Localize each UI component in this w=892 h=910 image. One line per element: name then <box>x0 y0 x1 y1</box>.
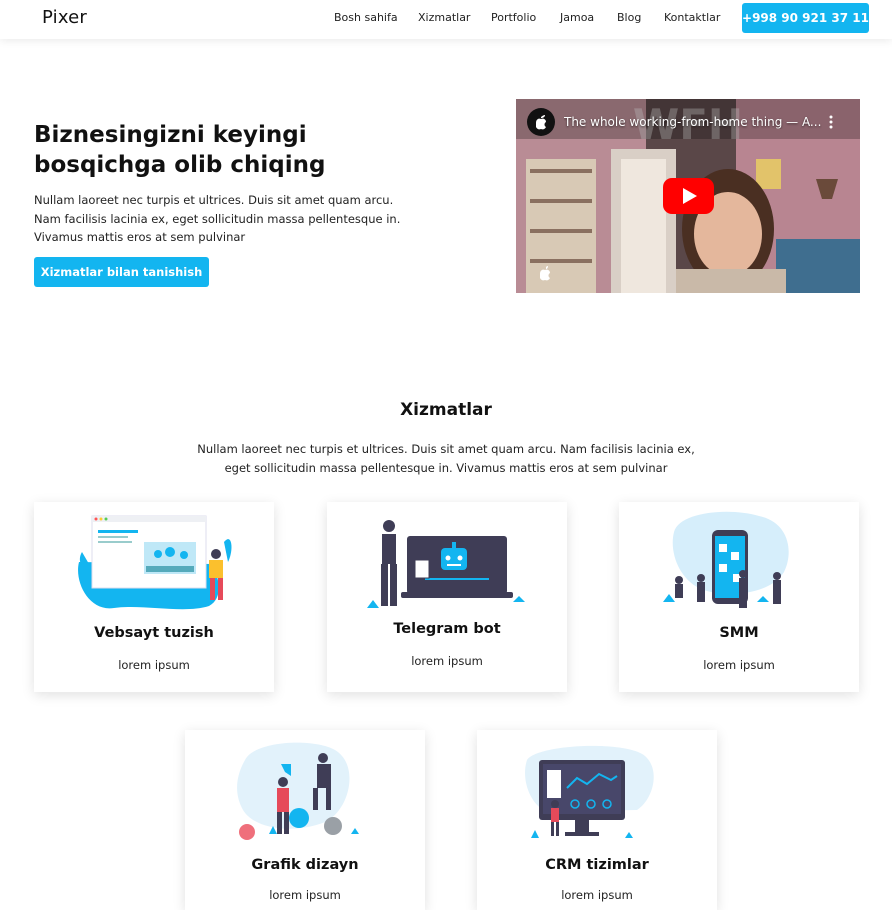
nav-item-services[interactable]: Xizmatlar <box>418 11 470 24</box>
service-card-crm[interactable]: CRM tizimlar lorem ipsum <box>477 730 717 910</box>
service-card-subtitle: lorem ipsum <box>411 654 483 668</box>
website-illustration-icon <box>78 515 232 610</box>
smm-illustration-icon <box>663 511 789 608</box>
more-options-icon[interactable] <box>829 114 833 130</box>
video-title[interactable]: The whole working-from-home thing — A... <box>564 115 822 129</box>
apple-watermark-icon <box>540 266 550 281</box>
service-card-subtitle: lorem ipsum <box>703 658 775 672</box>
service-card-title: CRM tizimlar <box>545 857 649 873</box>
service-card-graphic-design[interactable]: Grafik dizayn lorem ipsum <box>185 730 425 910</box>
apple-icon <box>536 115 546 130</box>
telegram-bot-illustration-icon <box>367 520 525 608</box>
nav-item-blog[interactable]: Blog <box>617 11 641 24</box>
service-card-title: Grafik dizayn <box>251 857 359 873</box>
nav-item-team[interactable]: Jamoa <box>560 11 594 24</box>
services-cta-button[interactable]: Xizmatlar bilan tanishish <box>34 257 209 287</box>
video-embed[interactable]: WFH The whole working-from-home thing — … <box>516 99 860 293</box>
crm-illustration-icon <box>525 745 654 838</box>
site-header: Pixer Bosh sahifa Xizmatlar Portfolio Ja… <box>0 0 892 39</box>
nav-item-portfolio[interactable]: Portfolio <box>491 11 536 24</box>
service-card-telegram-bot[interactable]: Telegram bot lorem ipsum <box>327 502 567 692</box>
service-card-title: SMM <box>719 625 759 641</box>
service-card-website[interactable]: Vebsayt tuzish lorem ipsum <box>34 502 274 692</box>
youtube-play-icon[interactable] <box>663 178 714 214</box>
service-card-title: Vebsayt tuzish <box>94 625 214 641</box>
services-title: Xizmatlar <box>400 400 492 420</box>
service-card-subtitle: lorem ipsum <box>269 888 341 902</box>
nav-item-home[interactable]: Bosh sahifa <box>334 11 398 24</box>
service-card-subtitle: lorem ipsum <box>561 888 633 902</box>
service-card-smm[interactable]: SMM lorem ipsum <box>619 502 859 692</box>
graphic-design-illustration-icon <box>237 742 359 840</box>
channel-avatar[interactable] <box>527 108 555 136</box>
service-card-title: Telegram bot <box>393 621 501 637</box>
service-card-subtitle: lorem ipsum <box>118 658 190 672</box>
nav-item-contacts[interactable]: Kontaktlar <box>664 11 720 24</box>
phone-button[interactable]: +998 90 921 37 11 <box>742 3 869 33</box>
hero-title: Biznesingizni keyingi bosqichga olib chi… <box>34 122 326 178</box>
services-description: Nullam laoreet nec turpis et ultrices. D… <box>197 442 695 475</box>
hero-description: Nullam laoreet nec turpis et ultrices. D… <box>34 193 401 244</box>
logo[interactable]: Pixer <box>42 7 87 28</box>
